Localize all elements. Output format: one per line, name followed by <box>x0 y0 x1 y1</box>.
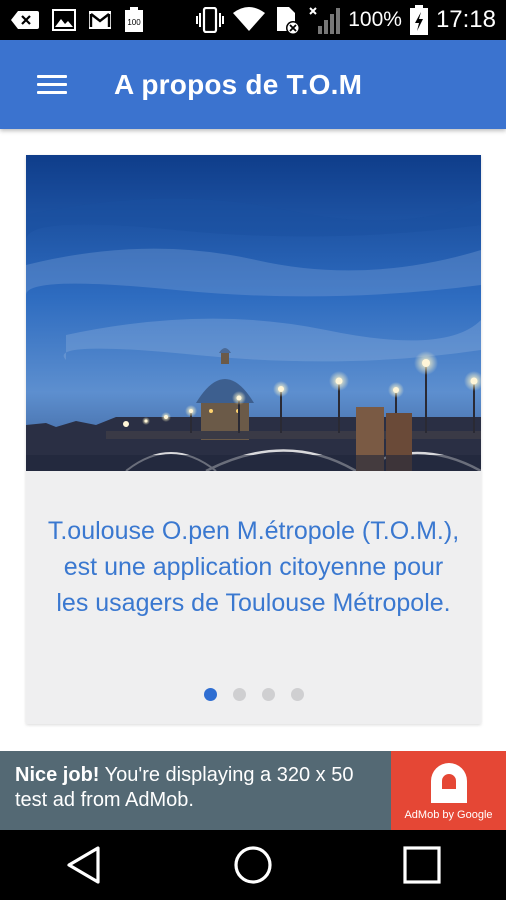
gmail-icon <box>88 10 112 30</box>
page-title: A propos de T.O.M <box>114 68 363 100</box>
sim-none-icon <box>274 5 301 35</box>
ad-bold-text: Nice job! <box>15 764 100 786</box>
notification-back-icon <box>10 9 40 31</box>
page-dot-4[interactable] <box>290 688 304 701</box>
battery-charging-icon <box>409 5 428 35</box>
ad-banner[interactable]: Nice job! You're displaying a 320 x 50 t… <box>0 751 506 830</box>
page-dot-3[interactable] <box>261 688 275 701</box>
image-icon <box>52 9 76 31</box>
page-dot-1[interactable] <box>203 688 217 701</box>
status-bar: 100 100% 17:18 <box>0 0 506 40</box>
page-indicator <box>26 688 481 701</box>
battery-100-icon: 100 <box>124 7 144 33</box>
app-description: T.oulouse O.pen M.étropole (T.O.M.), est… <box>47 517 460 617</box>
back-icon <box>67 846 100 884</box>
app-bar: A propos de T.O.M <box>0 40 506 129</box>
svg-text:100: 100 <box>127 18 141 27</box>
home-button[interactable] <box>213 835 293 895</box>
admob-logo[interactable]: AdMob by Google <box>391 751 506 830</box>
page-dot-2[interactable] <box>232 688 246 701</box>
menu-button[interactable] <box>0 40 104 129</box>
wifi-icon <box>232 7 266 33</box>
battery-percent: 100% <box>348 8 402 31</box>
vibrate-icon <box>196 7 225 33</box>
admob-icon <box>430 763 467 803</box>
back-button[interactable] <box>44 835 124 895</box>
ad-text: Nice job! You're displaying a 320 x 50 t… <box>0 751 391 830</box>
recents-icon <box>403 846 441 884</box>
admob-label: AdMob by Google <box>404 809 493 821</box>
hamburger-menu-icon <box>37 70 67 99</box>
bridge-night-photo <box>26 155 481 471</box>
home-icon <box>234 846 272 884</box>
signal-icon <box>308 6 341 34</box>
navigation-bar <box>0 830 506 900</box>
recents-button[interactable] <box>382 835 462 895</box>
carousel-card[interactable]: T.oulouse O.pen M.étropole (T.O.M.), est… <box>26 155 481 724</box>
clock: 17:18 <box>435 6 496 33</box>
